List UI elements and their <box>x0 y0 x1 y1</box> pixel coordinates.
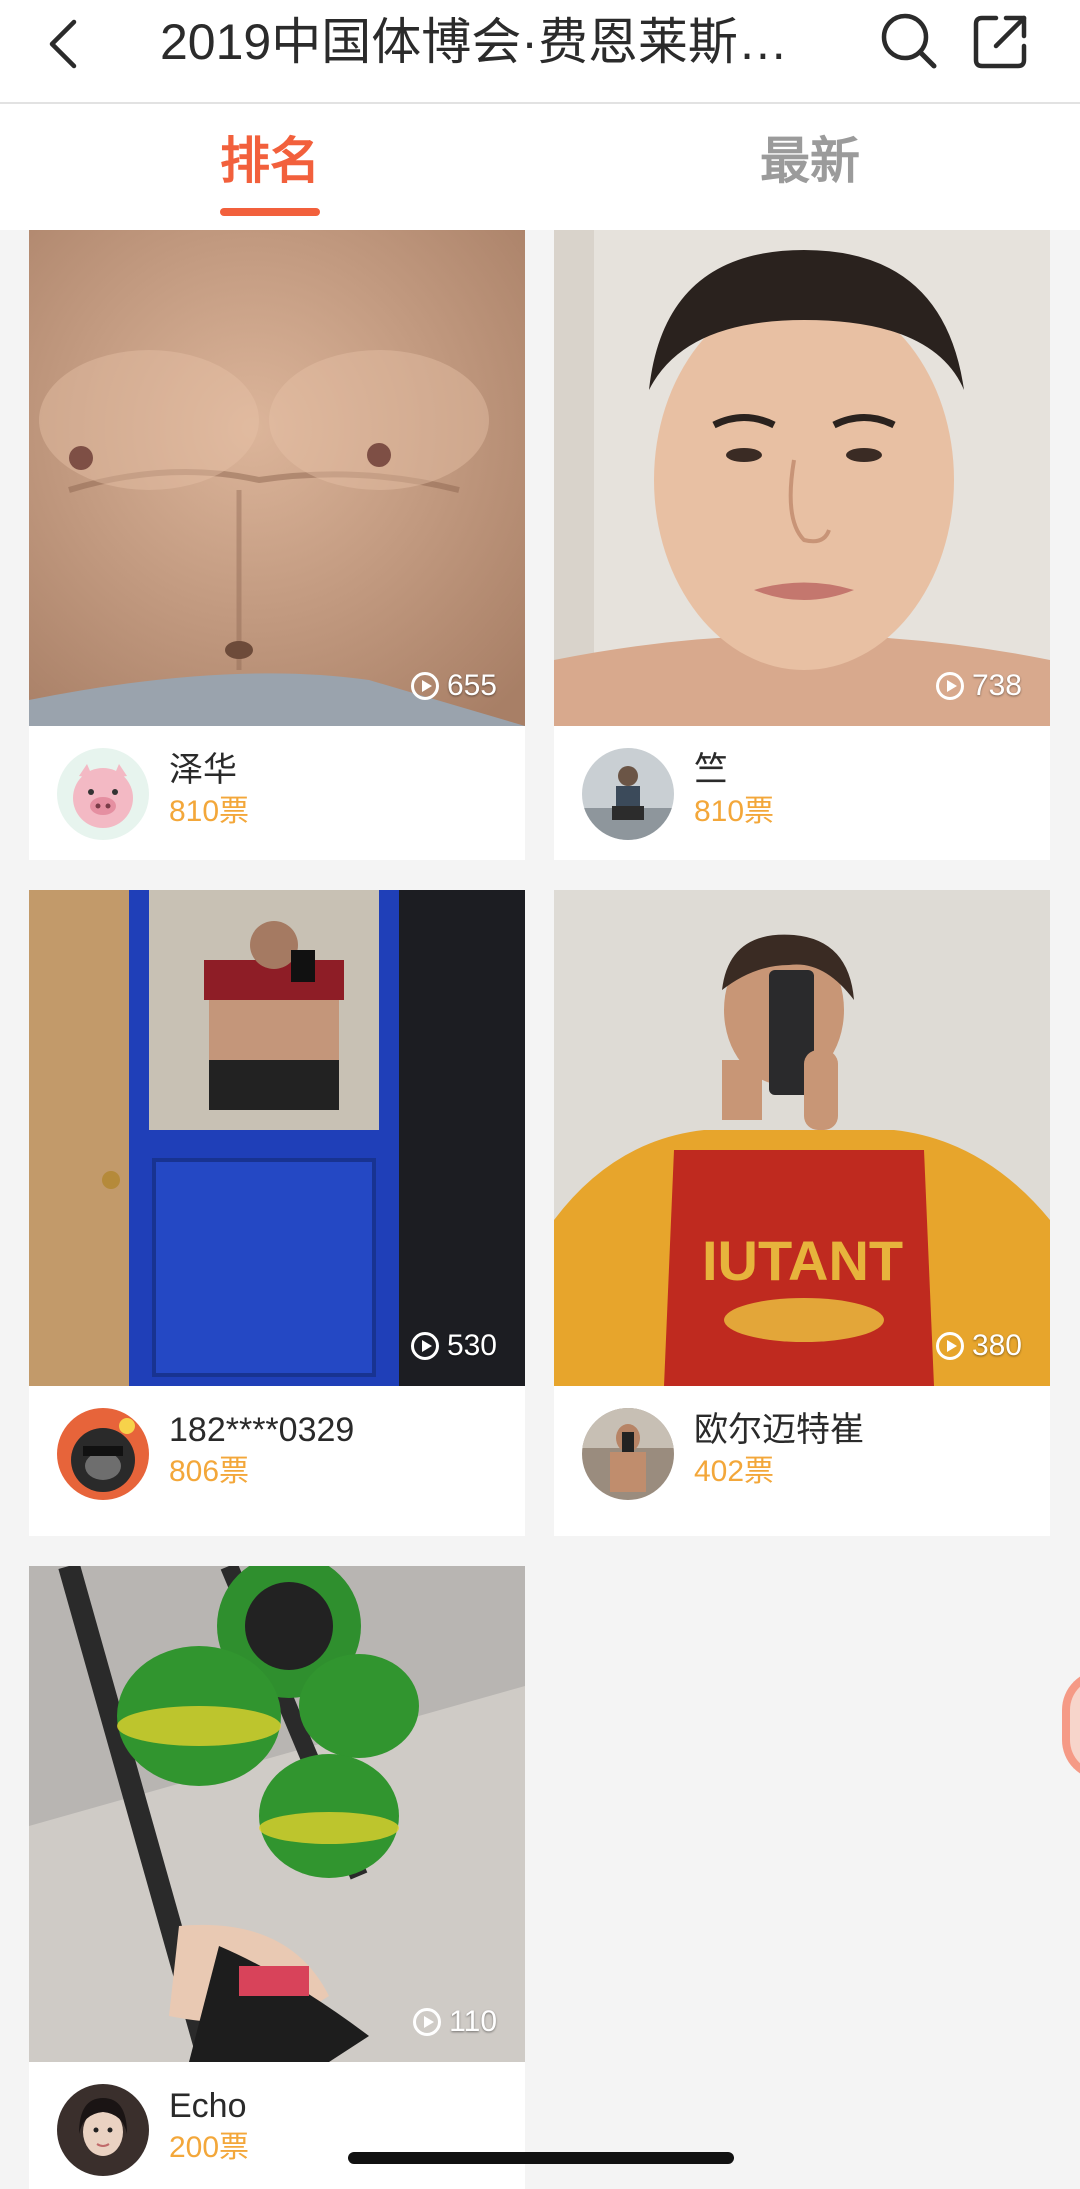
vote-count: 806票 <box>169 1455 250 1488</box>
entry-photo[interactable]: IUTANT 380 <box>554 890 1050 1386</box>
entry-name: Echo <box>169 2087 247 2125</box>
entry-name: 竺 <box>694 751 728 789</box>
vote-count: 200票 <box>169 2131 250 2164</box>
tab-ranking[interactable]: 排名 <box>160 128 380 194</box>
play-count-value: 655 <box>446 669 497 702</box>
play-count: 380 <box>935 1328 1022 1364</box>
entry-card[interactable]: 110 Echo 200票 <box>29 1566 525 2189</box>
play-count-value: 380 <box>971 1329 1022 1362</box>
entry-name: 泽华 <box>169 751 237 789</box>
top-nav-bar: 2019中国体博会·费恩莱斯… <box>0 0 1080 104</box>
play-count: 738 <box>935 668 1022 704</box>
active-tab-indicator <box>220 208 320 216</box>
play-count: 110 <box>413 2004 497 2040</box>
avatar[interactable] <box>57 1408 149 1500</box>
play-icon <box>413 2008 442 2036</box>
entry-name: 182****0329 <box>169 1411 355 1449</box>
entry-card[interactable]: 738 竺 810票 <box>554 230 1050 860</box>
entry-photo[interactable]: 655 <box>29 230 525 726</box>
home-indicator[interactable] <box>348 2152 734 2164</box>
search-button[interactable] <box>878 10 940 72</box>
play-count-value: 530 <box>446 1329 497 1362</box>
avatar[interactable] <box>57 2084 149 2176</box>
avatar[interactable] <box>57 748 149 840</box>
share-button[interactable] <box>970 10 1032 72</box>
entry-card[interactable]: 655 泽华 810票 <box>29 230 525 860</box>
play-icon <box>935 672 964 700</box>
play-icon <box>410 672 439 700</box>
play-count: 655 <box>410 668 497 704</box>
play-count-value: 110 <box>449 2005 497 2038</box>
play-count: 530 <box>410 1328 497 1364</box>
tab-latest[interactable]: 最新 <box>700 128 920 194</box>
entry-card[interactable]: IUTANT 380 欧尔迈特崔 402票 <box>554 890 1050 1536</box>
entry-photo[interactable]: 110 <box>29 1566 525 2062</box>
avatar[interactable] <box>582 748 674 840</box>
floating-action-button[interactable] <box>1062 1670 1080 1780</box>
tab-bar: 排名 最新 <box>0 104 1080 230</box>
vote-count: 810票 <box>694 795 775 828</box>
entry-photo[interactable]: 738 <box>554 230 1050 726</box>
entry-name: 欧尔迈特崔 <box>694 1411 864 1449</box>
avatar[interactable] <box>582 1408 674 1500</box>
share-icon <box>973 15 1027 69</box>
play-icon <box>410 1332 439 1360</box>
vote-count: 402票 <box>694 1455 775 1488</box>
vote-count: 810票 <box>169 795 250 828</box>
entry-card[interactable]: 530 182****0329 806票 <box>29 890 525 1536</box>
page-title: 2019中国体博会·费恩莱斯… <box>160 14 788 70</box>
back-button[interactable] <box>36 14 96 74</box>
entry-photo[interactable]: 530 <box>29 890 525 1386</box>
chevron-left-icon <box>49 19 77 69</box>
play-icon <box>935 1332 964 1360</box>
svg-text:IUTANT: IUTANT <box>702 1229 903 1292</box>
search-icon <box>881 13 937 69</box>
play-count-value: 738 <box>971 669 1022 702</box>
